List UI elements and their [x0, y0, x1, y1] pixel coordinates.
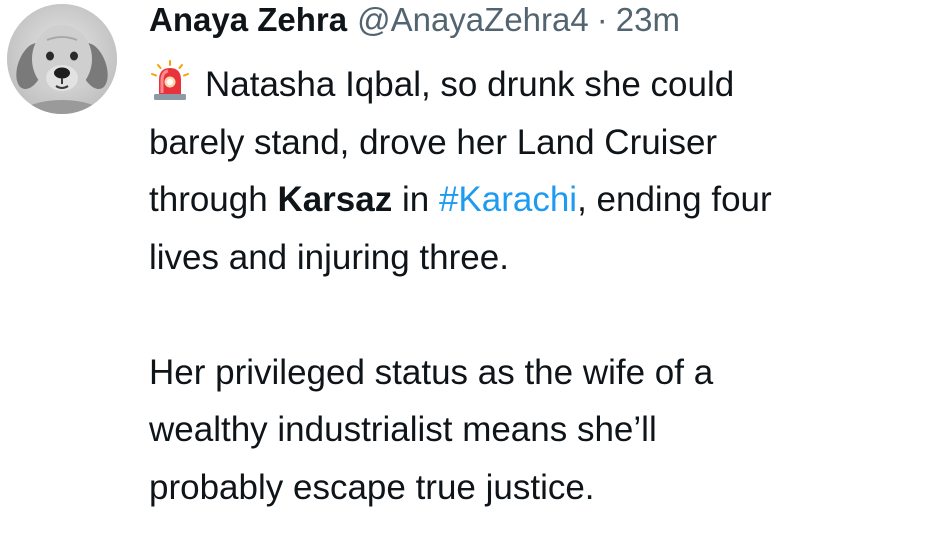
hashtag-link[interactable]: #Karachi — [439, 180, 577, 219]
timestamp[interactable]: 23m — [616, 0, 680, 40]
tweet[interactable]: Anaya Zehra @AnayaZehra4 · 23m Natasha I… — [0, 0, 934, 533]
tweet-text-line: probably escape true justice. — [149, 467, 595, 507]
tweet-text-line: Natasha Iqbal, so drunk she could — [205, 65, 735, 104]
dog-avatar-icon — [7, 4, 117, 114]
tweet-text-line: barely stand, drove her Land Cruiser — [149, 122, 718, 162]
header-separator: · — [596, 1, 608, 38]
tweet-line: through Karsaz in #Karachi, ending four — [149, 171, 934, 229]
police-light-icon — [149, 60, 191, 102]
tweet-header: Anaya Zehra @AnayaZehra4 · 23m — [149, 0, 680, 40]
tweet-text: Natasha Iqbal, so drunk she could barely… — [149, 56, 934, 516]
paragraph-break — [149, 286, 934, 344]
tweet-text-segment: in — [392, 180, 439, 219]
tweet-text-line: lives and injuring three. — [149, 237, 509, 277]
tweet-text-segment: , ending four — [577, 180, 772, 219]
tweet-text-line: Her privileged status as the wife of a — [149, 352, 714, 392]
author-handle[interactable]: @AnayaZehra4 — [357, 0, 589, 40]
bold-place-name: Karsaz — [277, 180, 393, 219]
tweet-text-line: wealthy industrialist means she’ll — [149, 410, 657, 449]
tweet-line: Natasha Iqbal, so drunk she could — [149, 56, 934, 114]
tweet-text-segment: through — [149, 180, 278, 219]
avatar[interactable] — [7, 4, 117, 114]
author-display-name[interactable]: Anaya Zehra — [149, 0, 347, 40]
